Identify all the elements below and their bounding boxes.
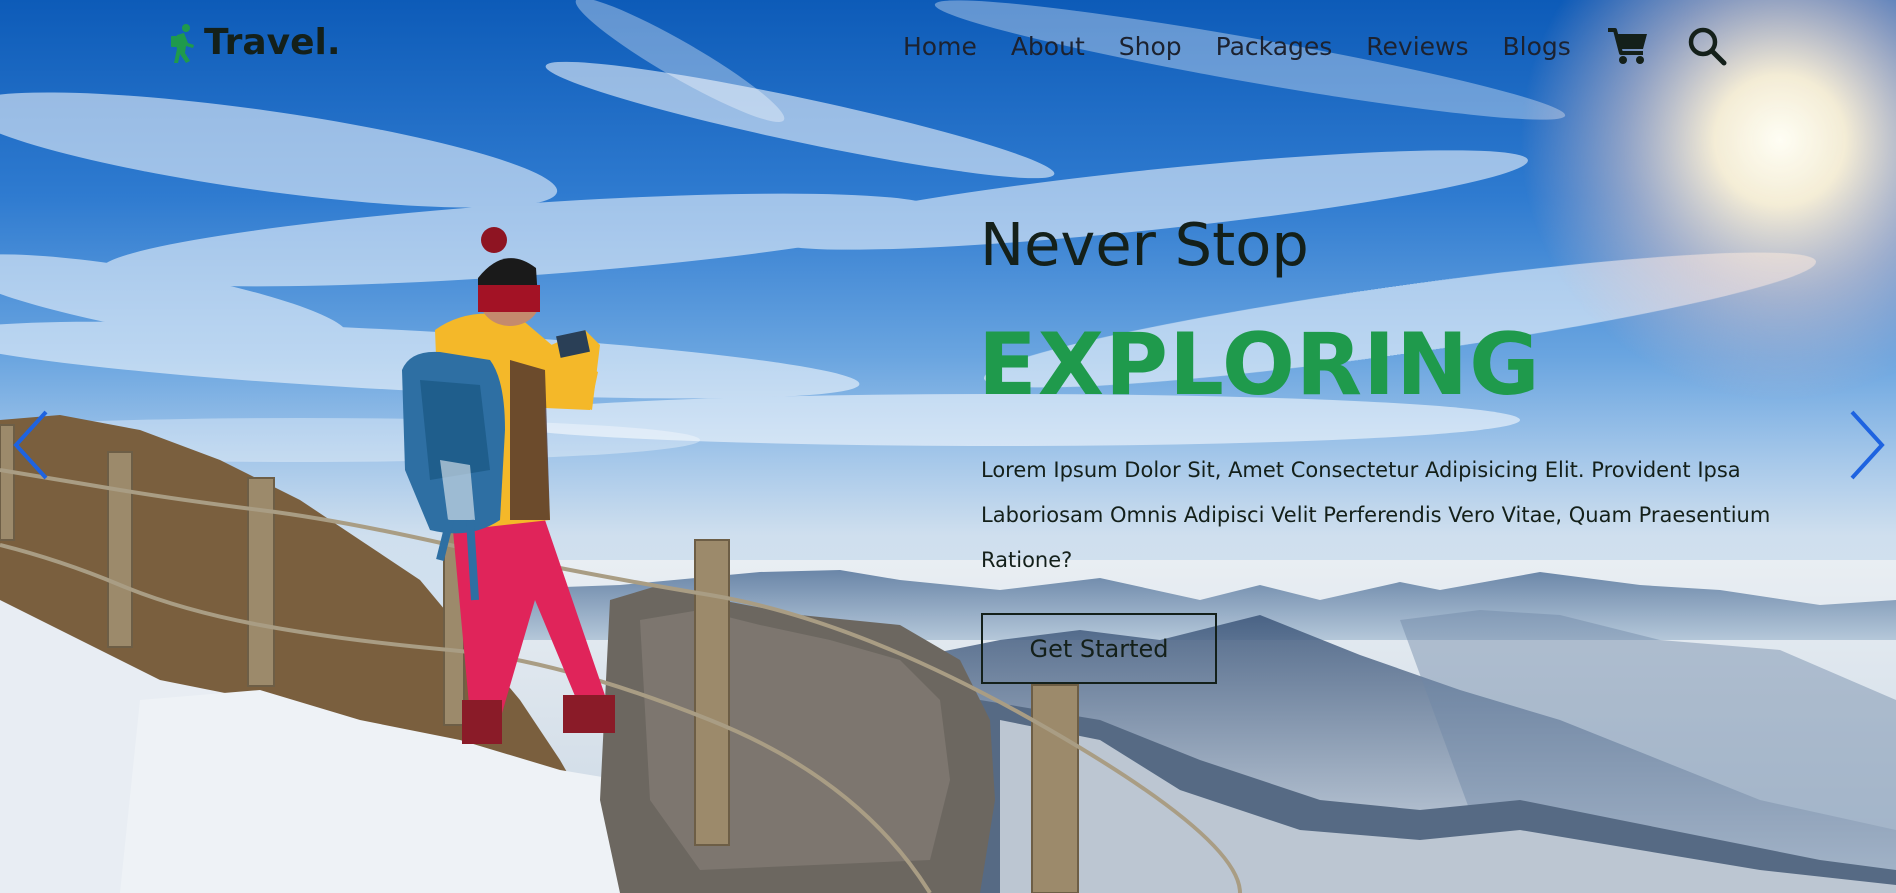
hiker-icon (171, 23, 194, 63)
hero-title: EXPLORING (978, 315, 1541, 415)
chevron-left-icon[interactable] (12, 410, 52, 480)
chevron-right-icon[interactable] (1846, 410, 1886, 480)
nav-blogs[interactable]: Blogs (1503, 32, 1571, 61)
main-nav: Home About Shop Packages Reviews Blogs (903, 26, 1727, 66)
nav-packages[interactable]: Packages (1216, 32, 1333, 61)
mountain-scene-illustration (0, 0, 1896, 893)
hero-subtitle: Never Stop (980, 210, 1309, 279)
nav-home[interactable]: Home (903, 32, 977, 61)
cart-icon[interactable] (1607, 27, 1649, 65)
get-started-button[interactable]: Get Started (981, 613, 1217, 684)
hero-background (0, 0, 1896, 893)
nav-about[interactable]: About (1011, 32, 1085, 61)
nav-reviews[interactable]: Reviews (1366, 32, 1468, 61)
search-icon[interactable] (1687, 26, 1727, 66)
nav-shop[interactable]: Shop (1119, 32, 1182, 61)
brand-name: Travel. (204, 22, 341, 63)
hero-description: Lorem Ipsum Dolor Sit, Amet Consectetur … (981, 458, 1771, 572)
brand-logo[interactable]: Travel. (168, 22, 341, 63)
